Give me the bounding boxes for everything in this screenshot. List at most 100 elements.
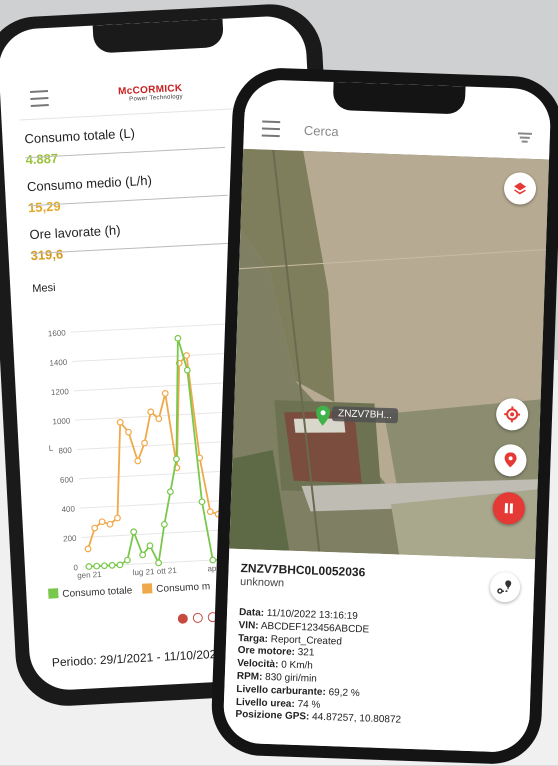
data-point <box>117 562 123 568</box>
legend-swatch <box>142 583 153 594</box>
detail-value: 0 Km/h <box>281 660 313 672</box>
data-point <box>161 521 167 527</box>
grid-line <box>78 470 243 479</box>
data-point <box>99 519 105 525</box>
data-point <box>92 525 98 531</box>
y-axis-label: L <box>48 444 53 453</box>
data-point <box>140 552 146 558</box>
route-icon <box>497 580 513 595</box>
detail-label: Posizione GPS: <box>235 709 309 723</box>
pause-icon <box>503 502 515 514</box>
detail-label: Livello carburante: <box>236 684 326 698</box>
detail-label: Ore motore: <box>238 645 296 658</box>
location-pin-icon <box>503 452 518 468</box>
data-point <box>131 529 137 535</box>
detail-label: Data: <box>239 607 264 619</box>
route-button[interactable] <box>490 572 521 603</box>
x-tick-label: gen 21 <box>77 570 102 580</box>
chart-title: Mesi <box>32 273 232 295</box>
detail-label: VIN: <box>238 620 258 632</box>
data-point <box>117 419 123 425</box>
detail-value: 74 % <box>297 699 320 711</box>
layers-icon <box>513 181 527 195</box>
detail-value: 11/10/2022 13:16:19 <box>267 608 358 622</box>
notch <box>93 19 224 54</box>
grid-line <box>72 353 237 362</box>
data-point <box>148 409 154 415</box>
y-tick-label: 1600 <box>48 328 67 338</box>
stat-value: 4.887 <box>25 142 226 167</box>
data-point <box>174 456 180 462</box>
data-point <box>85 546 91 552</box>
stat-value: 15,29 <box>28 190 229 215</box>
data-point <box>126 429 132 435</box>
data-point <box>210 557 216 563</box>
stat-consumo-medio: Consumo medio (L/h) 15,29 <box>27 169 229 215</box>
detail-value: 321 <box>298 647 315 659</box>
detail-label: Targa: <box>238 633 268 645</box>
menu-icon[interactable] <box>30 90 49 107</box>
y-tick-label: 1000 <box>52 416 71 426</box>
vehicle-details: Data: 11/10/2022 13:16:19 VIN: ABCDEF123… <box>235 607 405 728</box>
detail-label: Velocità: <box>237 658 278 670</box>
vehicle-subtitle: unknown <box>240 576 284 590</box>
y-tick-label: 1200 <box>51 387 70 397</box>
data-point <box>167 489 173 495</box>
period-text: Periodo: 29/1/2021 - 11/10/2022 <box>52 647 224 670</box>
chart-title-wrap: Mesi <box>32 273 232 295</box>
data-point <box>101 563 107 569</box>
filter-icon[interactable] <box>518 132 532 142</box>
stat-value: 319,6 <box>30 238 231 263</box>
y-tick-label: 800 <box>58 446 72 456</box>
marker-label[interactable]: ZNZV7BH... <box>332 406 398 423</box>
notch <box>333 82 466 115</box>
detail-value: 830 giri/min <box>265 672 317 685</box>
vehicle-info-panel: ZNZV7BHC0L0052036 unknown Data: 11/10/20… <box>223 549 536 754</box>
crosshair-icon <box>504 406 521 423</box>
map-pin-icon <box>316 406 331 426</box>
legend-swatch <box>48 588 59 599</box>
vehicle-marker[interactable] <box>315 406 330 431</box>
stat-ore-lavorate: Ore lavorate (h) 319,6 <box>29 217 231 263</box>
data-point <box>94 563 100 569</box>
data-point <box>124 557 130 563</box>
data-point <box>86 564 92 570</box>
brand-logo: McCORMICKPower Technology <box>118 82 183 102</box>
data-point <box>107 521 113 527</box>
detail-value: 44.87257, 10.80872 <box>312 712 401 726</box>
y-tick-label: 200 <box>63 534 77 544</box>
legend-label: Consumo m <box>156 581 210 595</box>
grid-line <box>71 324 236 333</box>
data-point <box>207 509 213 515</box>
satellite-map[interactable]: ZNZV7BH... <box>229 149 549 559</box>
y-tick-label: 1400 <box>49 358 68 368</box>
grid-line <box>74 382 239 391</box>
data-point <box>109 562 115 568</box>
detail-value: 69,2 % <box>328 687 360 699</box>
data-point <box>135 458 141 464</box>
detail-label: Livello urea: <box>236 696 295 709</box>
data-point <box>175 335 181 341</box>
page-indicator[interactable] <box>178 612 218 624</box>
legend-item-medio[interactable]: Consumo m <box>142 580 210 596</box>
search-input[interactable]: Cerca <box>304 122 339 138</box>
data-point <box>199 499 205 505</box>
data-point <box>156 416 162 422</box>
x-tick-label: lug 21 <box>132 567 155 577</box>
stat-consumo-totale: Consumo totale (L) 4.887 <box>24 121 226 167</box>
detail-value: Report_Created <box>271 634 342 647</box>
y-tick-label: 600 <box>60 475 74 485</box>
grid-line <box>77 441 242 450</box>
detail-label: RPM: <box>237 671 263 683</box>
phone-right-screen: Cerca <box>223 79 552 753</box>
menu-icon[interactable] <box>262 120 281 137</box>
phone-right: Cerca <box>210 66 558 765</box>
x-tick-label: ott 21 <box>157 566 178 576</box>
page-dot[interactable] <box>178 613 189 624</box>
data-point <box>147 543 153 549</box>
page-dot[interactable] <box>193 613 204 624</box>
data-point <box>115 515 121 521</box>
data-point <box>156 560 162 566</box>
data-point <box>184 367 190 373</box>
data-point <box>142 440 148 446</box>
